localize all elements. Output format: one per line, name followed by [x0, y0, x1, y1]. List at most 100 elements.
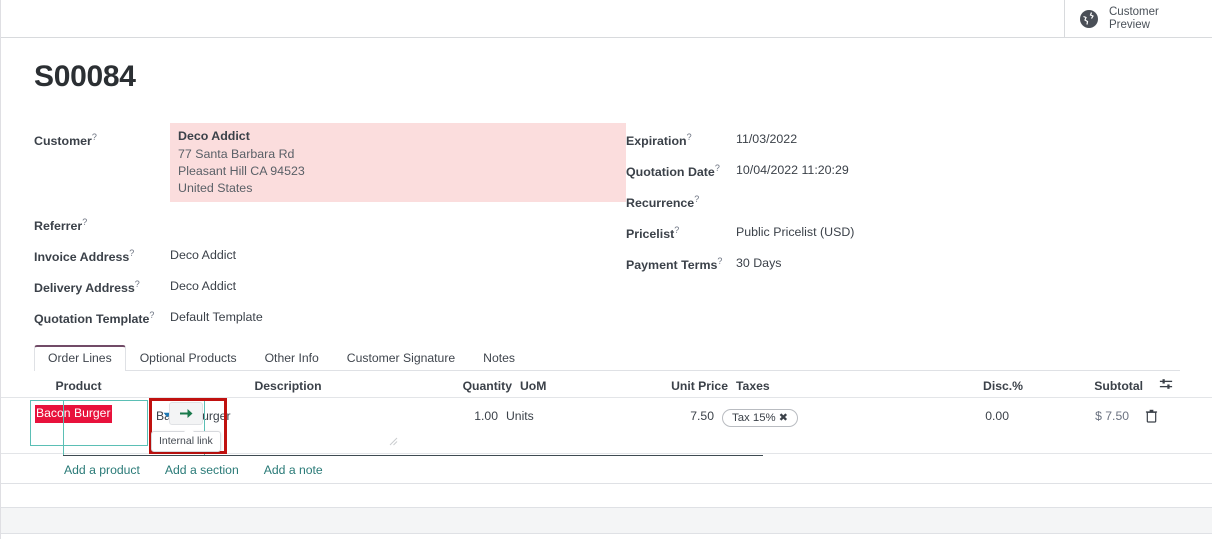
- field-label-invoice-address: Invoice Address?: [34, 248, 134, 264]
- column-header-subtotal[interactable]: Subtotal: [1023, 379, 1143, 393]
- label-text: Customer: [34, 134, 92, 149]
- page-title: S00084: [34, 60, 136, 93]
- field-label-referrer: Referrer?: [34, 217, 87, 233]
- trash-icon[interactable]: [1145, 409, 1158, 426]
- customer-street: 77 Santa Barbara Rd: [178, 147, 295, 161]
- field-value-quotation-template[interactable]: Default Template: [170, 310, 263, 324]
- field-label-customer: Customer?: [34, 132, 97, 148]
- field-quotation-template: Quotation Template? Default Template: [34, 306, 634, 337]
- field-customer: Customer? Deco Addict 77 Santa Barbara R…: [34, 123, 634, 213]
- table-header-row: Product Description Quantity UoM Unit Pr…: [1, 374, 1212, 398]
- field-delivery-address: Delivery Address? Deco Addict: [34, 275, 634, 306]
- help-icon: ?: [129, 248, 135, 258]
- field-recurrence: Recurrence?: [626, 190, 1106, 221]
- label-text: Pricelist: [626, 227, 675, 242]
- help-icon: ?: [714, 163, 720, 173]
- cell-product[interactable]: Bacon Burger: [1, 398, 156, 446]
- product-input-value[interactable]: Bacon Burger: [35, 405, 112, 423]
- notebook: Order Lines Optional Products Other Info…: [34, 345, 1180, 371]
- cell-taxes[interactable]: Tax 15% ✖: [714, 398, 899, 427]
- cell-uom[interactable]: Units: [498, 398, 558, 423]
- close-icon[interactable]: ✖: [779, 412, 788, 424]
- editing-cell-left-border: [63, 400, 64, 456]
- add-a-section-link[interactable]: Add a section: [165, 463, 239, 477]
- field-value-payment-terms[interactable]: 30 Days: [736, 256, 781, 270]
- help-icon: ?: [134, 279, 140, 289]
- customer-country: United States: [178, 181, 253, 195]
- label-text: Quotation Date: [626, 165, 715, 180]
- label-text: Delivery Address: [34, 281, 135, 296]
- tab-optional-products[interactable]: Optional Products: [126, 345, 251, 371]
- field-value-quotation-date[interactable]: 10/04/2022 11:20:29: [736, 163, 849, 177]
- footer-spacer: [1, 534, 1212, 539]
- tab-list: Order Lines Optional Products Other Info…: [34, 345, 1180, 371]
- field-referrer: Referrer?: [34, 213, 634, 244]
- help-icon: ?: [674, 225, 680, 235]
- internal-link-tooltip: Internal link: [151, 427, 221, 452]
- field-value-delivery-address[interactable]: Deco Addict: [170, 279, 236, 293]
- label-text: Expiration: [626, 134, 687, 149]
- column-header-description[interactable]: Description: [156, 379, 420, 393]
- help-icon: ?: [686, 132, 692, 142]
- help-icon: ?: [82, 217, 88, 227]
- cell-subtotal: $ 7.50: [1095, 409, 1129, 423]
- field-payment-terms: Payment Terms? 30 Days: [626, 252, 1106, 283]
- customer-name: Deco Addict: [178, 129, 250, 143]
- field-invoice-address: Invoice Address? Deco Addict: [34, 244, 634, 275]
- field-expiration: Expiration? 11/03/2022: [626, 128, 1106, 159]
- cell-actions[interactable]: [1129, 398, 1174, 426]
- tax-tag[interactable]: Tax 15% ✖: [722, 409, 798, 427]
- field-value-invoice-address[interactable]: Deco Addict: [170, 248, 236, 262]
- field-label-expiration: Expiration?: [626, 132, 692, 148]
- column-header-unit-price[interactable]: Unit Price: [572, 379, 728, 393]
- customer-value-invalid[interactable]: Deco Addict 77 Santa Barbara Rd Pleasant…: [170, 123, 626, 202]
- internal-link-button[interactable]: [169, 402, 203, 425]
- add-a-note-link[interactable]: Add a note: [264, 463, 323, 477]
- help-icon: ?: [149, 310, 155, 320]
- cell-quantity[interactable]: 1.00: [406, 398, 498, 423]
- field-value-pricelist[interactable]: Public Pricelist (USD): [736, 225, 854, 239]
- globe-icon: [1079, 9, 1099, 29]
- tab-order-lines[interactable]: Order Lines: [34, 345, 126, 371]
- textarea-resize-handle[interactable]: [389, 435, 398, 446]
- column-header-quantity[interactable]: Quantity: [420, 379, 512, 393]
- column-header-options[interactable]: [1143, 377, 1188, 394]
- tab-other-info[interactable]: Other Info: [251, 345, 333, 371]
- cell-unit-price[interactable]: 7.50: [558, 398, 714, 423]
- help-icon: ?: [717, 256, 723, 266]
- help-icon: ?: [91, 132, 97, 142]
- label-text: Referrer: [34, 219, 83, 234]
- stat-button-bar: Customer Preview: [1, 0, 1212, 38]
- customer-preview-button[interactable]: Customer Preview: [1064, 0, 1212, 37]
- editing-row-underline: [63, 455, 763, 456]
- form-column-right: Expiration? 11/03/2022 Quotation Date? 1…: [626, 128, 1106, 283]
- column-header-discount[interactable]: Disc.%: [913, 379, 1023, 393]
- totals-area: [1, 484, 1212, 507]
- tab-customer-signature[interactable]: Customer Signature: [333, 345, 469, 371]
- product-input[interactable]: Bacon Burger: [30, 400, 148, 446]
- tab-notes[interactable]: Notes: [469, 345, 529, 371]
- field-label-pricelist: Pricelist?: [626, 225, 679, 241]
- cell-discount[interactable]: 0.00: [899, 398, 1009, 423]
- footer-band: [1, 508, 1212, 533]
- sliders-icon[interactable]: [1159, 377, 1173, 394]
- field-value-expiration[interactable]: 11/03/2022: [736, 132, 797, 146]
- odoo-sales-order-form: Customer Preview S00084 Customer? Deco A…: [0, 0, 1212, 539]
- help-icon: ?: [694, 194, 700, 204]
- customer-preview-label: Customer Preview: [1109, 5, 1159, 31]
- column-header-product[interactable]: Product: [1, 379, 156, 393]
- field-quotation-date: Quotation Date? 10/04/2022 11:20:29: [626, 159, 1106, 190]
- tax-tag-label: Tax 15%: [732, 412, 776, 424]
- label-text: Quotation Template: [34, 312, 150, 327]
- field-pricelist: Pricelist? Public Pricelist (USD): [626, 221, 1106, 252]
- customer-city: Pleasant Hill CA 94523: [178, 164, 305, 178]
- field-label-quotation-date: Quotation Date?: [626, 163, 720, 179]
- form-column-left: Customer? Deco Addict 77 Santa Barbara R…: [34, 123, 634, 337]
- label-text: Recurrence: [626, 196, 695, 211]
- label-text: Invoice Address: [34, 250, 130, 265]
- field-label-payment-terms: Payment Terms?: [626, 256, 722, 272]
- add-a-product-link[interactable]: Add a product: [64, 463, 140, 477]
- label-text: Payment Terms: [626, 258, 718, 273]
- column-header-uom[interactable]: UoM: [512, 379, 572, 393]
- column-header-taxes[interactable]: Taxes: [728, 379, 913, 393]
